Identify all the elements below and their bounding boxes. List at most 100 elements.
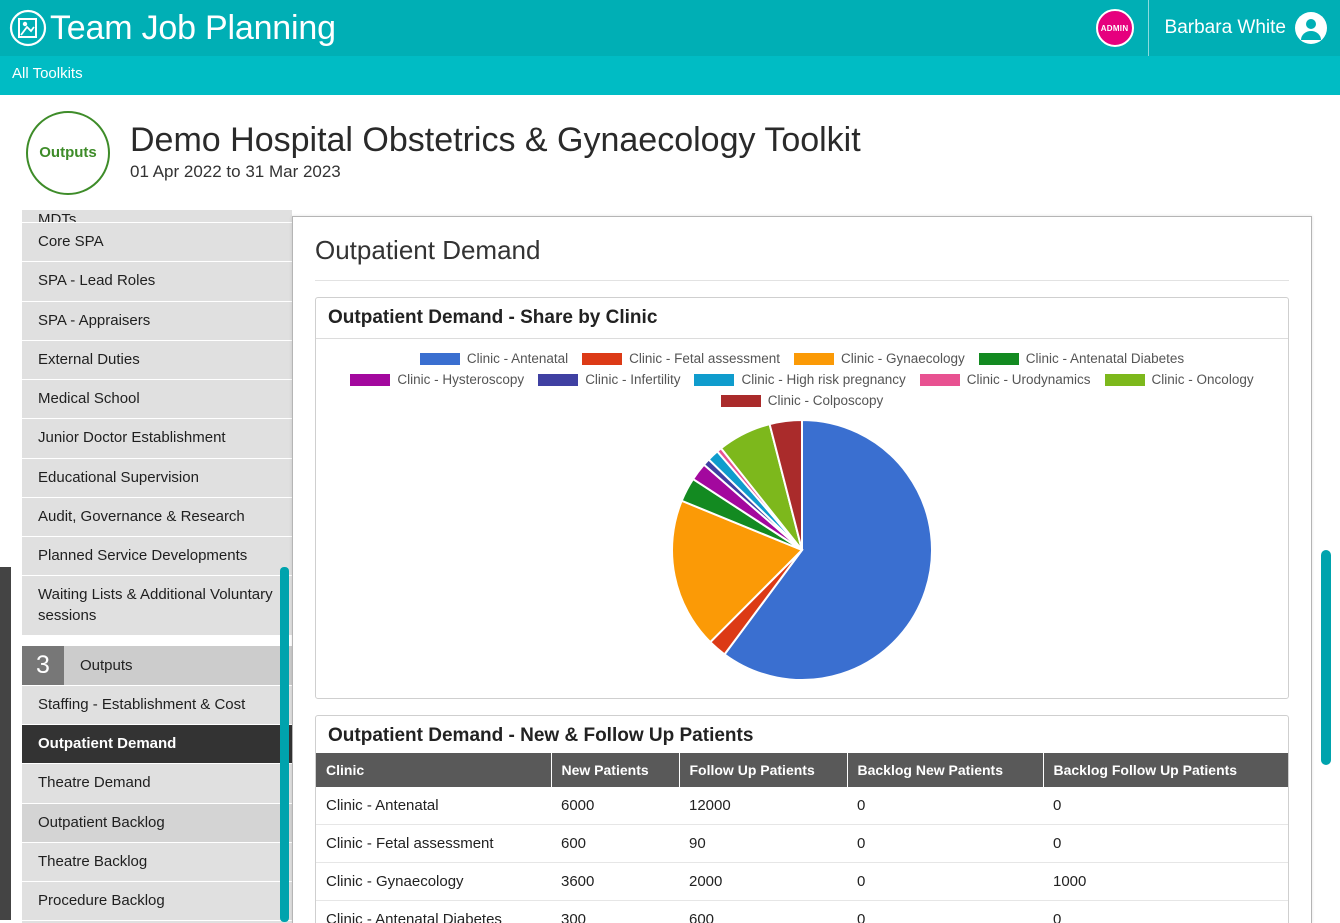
content-card: Outpatient Demand Outpatient Demand - Sh… <box>292 216 1312 923</box>
toolkit-header: Outputs Demo Hospital Obstetrics & Gynae… <box>0 95 1340 210</box>
table-cell-follow-up-patients: 12000 <box>679 787 847 825</box>
outputs-stage-badge: Outputs <box>26 110 110 195</box>
table-cell-clinic: Clinic - Fetal assessment <box>316 824 551 863</box>
table-wrap: Clinic New Patients Follow Up Patients Back… <box>316 753 1288 923</box>
table-cell-follow-up-patients: 2000 <box>679 862 847 901</box>
pie-chart-wrap <box>326 410 1278 684</box>
table-cell-backlog-follow-up-patients: 0 <box>1043 900 1288 923</box>
sidebar-item-procedure-backlog[interactable]: Procedure Backlog <box>22 882 292 922</box>
sidebar-item-spa-lead-roles[interactable]: SPA - Lead Roles <box>22 262 292 302</box>
main-scrollbar-thumb[interactable] <box>1321 550 1331 765</box>
legend-swatch-icon <box>350 373 391 386</box>
legend-label: Clinic - Hysteroscopy <box>397 372 525 387</box>
legend-label: Clinic - Oncology <box>1151 372 1254 387</box>
sidebar-item-theatre-backlog[interactable]: Theatre Backlog <box>22 842 292 882</box>
table-cell-backlog-follow-up-patients: 0 <box>1043 824 1288 863</box>
sidebar-section-number: 3 <box>22 645 64 685</box>
app-header: Team Job Planning ADMIN Barbara White <box>0 0 1340 56</box>
legend-swatch-icon <box>694 373 735 386</box>
table-panel-title: Outpatient Demand - New & Follow Up Pati… <box>328 725 754 746</box>
sidebar-item-outpatient-demand[interactable]: Outpatient Demand <box>22 725 292 765</box>
sidebar-section-label: Outputs <box>80 656 133 674</box>
legend-item-clinic-urodynamics[interactable]: Clinic - Urodynamics <box>919 372 1091 387</box>
sidebar-item-planned-service-developments[interactable]: Planned Service Developments <box>22 537 292 577</box>
legend-label: Clinic - Infertility <box>585 372 681 387</box>
sidebar-scrollbar-thumb[interactable] <box>280 567 289 922</box>
legend-swatch-icon <box>793 352 834 365</box>
chart-panel-title: Outpatient Demand - Share by Clinic <box>316 298 1288 339</box>
legend-label: Clinic - Fetal assessment <box>629 351 780 366</box>
table-header-backlog-new-patients[interactable]: Backlog New Patients <box>847 753 1044 787</box>
outpatient-demand-table: Clinic New Patients Follow Up Patients Back… <box>316 753 1288 923</box>
user-avatar-icon <box>1294 11 1328 45</box>
content-page-title: Outpatient Demand <box>315 217 1289 281</box>
app-title: Team Job Planning <box>50 9 336 47</box>
sidebar-group-divider <box>22 635 292 646</box>
legend-item-clinic-antenatal[interactable]: Clinic - Antenatal <box>419 351 569 366</box>
legend-label: Clinic - Urodynamics <box>966 372 1091 387</box>
legend-label: Clinic - Colposcopy <box>767 393 884 408</box>
document-person-icon <box>8 8 48 48</box>
table-body: Clinic - Antenatal 6000 12000 0 0 Clinic - Fe… <box>316 787 1288 923</box>
brand[interactable]: Team Job Planning <box>8 8 336 48</box>
table-header-clinic[interactable]: Clinic <box>316 753 552 787</box>
sidebar-item-staffing-establishment-cost[interactable]: Staffing - Establishment & Cost <box>22 685 292 725</box>
sidebar-item-mdts[interactable]: MDTs <box>22 210 292 223</box>
table-cell-backlog-new-patients: 0 <box>847 862 1043 901</box>
sidebar-item-external-duties[interactable]: External Duties <box>22 340 292 380</box>
table-cell-new-patients: 6000 <box>551 787 679 825</box>
legend-item-clinic-gynaecology[interactable]: Clinic - Gynaecology <box>793 351 965 366</box>
legend-item-clinic-oncology[interactable]: Clinic - Oncology <box>1104 372 1254 387</box>
legend-item-clinic-colposcopy[interactable]: Clinic - Colposcopy <box>720 393 884 408</box>
table-cell-clinic: Clinic - Antenatal <box>316 787 551 825</box>
legend-item-clinic-antenatal-diabetes[interactable]: Clinic - Antenatal Diabetes <box>978 351 1185 366</box>
sidebar-item-medical-school[interactable]: Medical School <box>22 380 292 420</box>
sidebar-item-junior-doctor-establishment[interactable]: Junior Doctor Establishment <box>22 419 292 459</box>
table-header-backlog-follow-up-patients[interactable]: Backlog Follow Up Patients <box>1043 753 1288 787</box>
sidebar-item-audit-governance-research[interactable]: Audit, Governance & Research <box>22 497 292 537</box>
sidebar-group-outputs: Staffing - Establishment & Cost Outpatien… <box>22 685 292 923</box>
legend-swatch-icon <box>720 394 761 407</box>
table-cell-backlog-follow-up-patients: 0 <box>1043 787 1288 825</box>
sidebar-item-educational-supervision[interactable]: Educational Supervision <box>22 458 292 498</box>
legend-label: Clinic - Antenatal Diabetes <box>1025 351 1185 366</box>
table-cell-backlog-new-patients: 0 <box>847 824 1043 863</box>
legend-label: Clinic - Antenatal <box>466 351 569 366</box>
all-toolkits-link[interactable]: All Toolkits <box>12 65 83 82</box>
table-header-new-patients[interactable]: New Patients <box>551 753 680 787</box>
table-cell-new-patients: 600 <box>551 824 679 863</box>
breadcrumb: All Toolkits <box>0 56 1340 91</box>
table-row: Clinic - Gynaecology 3600 2000 0 1000 <box>316 862 1288 901</box>
legend-label: Clinic - High risk pregnancy <box>741 372 906 387</box>
table-cell-new-patients: 3600 <box>551 862 679 901</box>
table-header-follow-up-patients[interactable]: Follow Up Patients <box>679 753 848 787</box>
sidebar-item-outpatient-backlog[interactable]: Outpatient Backlog <box>22 803 292 843</box>
sidebar-item-theatre-demand[interactable]: Theatre Demand <box>22 764 292 804</box>
outputs-stage-label: Outputs <box>39 144 97 161</box>
sidebar-scrollbar-track[interactable] <box>0 567 11 920</box>
table-row: Clinic - Antenatal 6000 12000 0 0 <box>316 787 1288 825</box>
pie-chart <box>671 418 933 681</box>
header-user-area: ADMIN Barbara White <box>1082 0 1340 56</box>
legend-item-clinic-infertility[interactable]: Clinic - Infertility <box>538 372 680 387</box>
legend-swatch-icon <box>978 352 1019 365</box>
chart-panel-body: Clinic - Antenatal Clinic - Fetal assessm… <box>316 339 1288 698</box>
sidebar-item-core-spa[interactable]: Core SPA <box>22 223 292 263</box>
body: MDTs Core SPA SPA - Lead Roles SPA - Apprai… <box>0 210 1340 923</box>
legend-swatch-icon <box>419 352 460 365</box>
user-menu[interactable]: Barbara White <box>1149 11 1340 45</box>
legend-item-clinic-high-risk-pregnancy[interactable]: Clinic - High risk pregnancy <box>694 372 906 387</box>
table-row: Clinic - Fetal assessment 600 90 0 0 <box>316 824 1288 863</box>
page-title: Demo Hospital Obstetrics & Gynaecology T… <box>130 120 861 159</box>
sidebar-item-waiting-lists-additional-voluntary-sessions[interactable]: Waiting Lists & Additional Voluntary ses… <box>22 576 292 636</box>
legend-item-clinic-hysteroscopy[interactable]: Clinic - Hysteroscopy <box>350 372 524 387</box>
sidebar-item-spa-appraisers[interactable]: SPA - Appraisers <box>22 301 292 341</box>
table-cell-backlog-new-patients: 0 <box>847 900 1043 923</box>
table-cell-backlog-new-patients: 0 <box>847 787 1043 825</box>
legend-item-clinic-fetal-assessment[interactable]: Clinic - Fetal assessment <box>582 351 780 366</box>
user-name: Barbara White <box>1164 17 1286 38</box>
toolkit-date-range: 01 Apr 2022 to 31 Mar 2023 <box>130 162 341 182</box>
legend-swatch-icon <box>919 373 960 386</box>
table-header-row: Clinic New Patients Follow Up Patients Back… <box>316 753 1288 787</box>
legend-swatch-icon <box>582 352 623 365</box>
